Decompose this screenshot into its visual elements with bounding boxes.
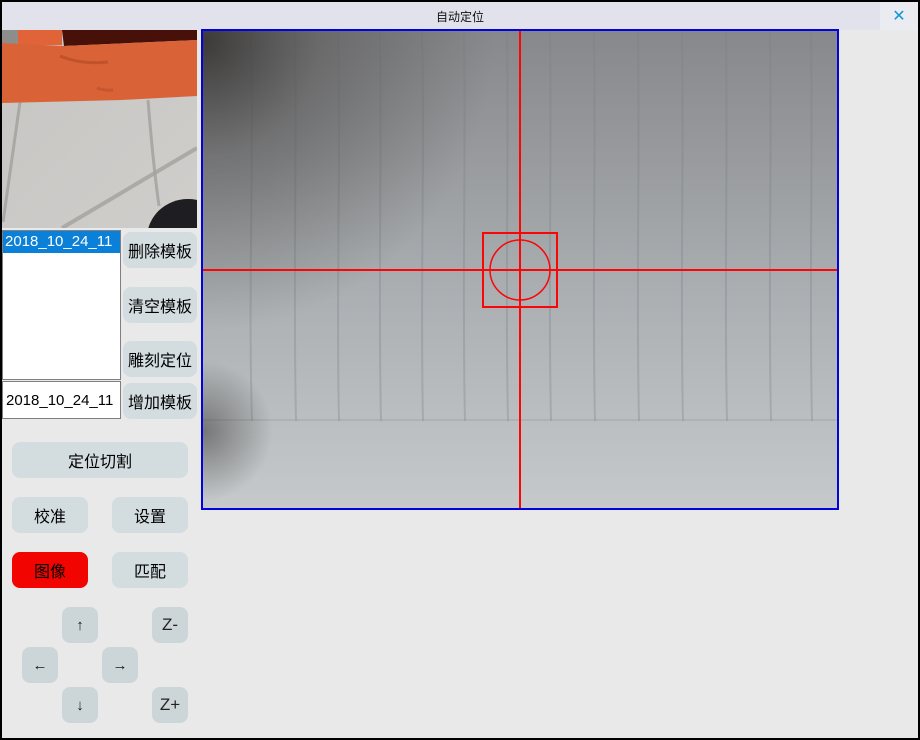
z-minus-button[interactable]: Z- xyxy=(152,607,188,643)
close-icon: ✕ xyxy=(892,6,905,26)
z-plus-button[interactable]: Z+ xyxy=(152,687,188,723)
jog-up-button[interactable]: ↑ xyxy=(62,607,98,643)
position-cut-button[interactable]: 定位切割 xyxy=(12,442,188,478)
thumbnail-photo xyxy=(2,30,197,228)
add-template-button[interactable]: 增加模板 xyxy=(123,383,197,419)
settings-button[interactable]: 设置 xyxy=(112,497,188,533)
calibrate-button[interactable]: 校准 xyxy=(12,497,88,533)
jog-left-button[interactable]: ← xyxy=(22,647,58,683)
title-bar: 自动定位 xyxy=(2,2,918,30)
template-list[interactable]: 2018_10_24_11 xyxy=(2,230,121,380)
template-name-input[interactable] xyxy=(2,381,121,419)
auto-position-dialog: 自动定位 ✕ xyxy=(0,0,920,740)
engrave-position-button[interactable]: 雕刻定位 xyxy=(123,341,197,377)
delete-template-button[interactable]: 删除模板 xyxy=(123,232,197,268)
page-title: 自动定位 xyxy=(436,8,484,25)
camera-view xyxy=(201,29,839,510)
camera-photo xyxy=(203,31,837,508)
list-item[interactable]: 2018_10_24_11 xyxy=(3,231,120,253)
jog-down-button[interactable]: ↓ xyxy=(62,687,98,723)
image-button[interactable]: 图像 xyxy=(12,552,88,588)
template-thumbnail xyxy=(2,30,197,228)
jog-right-button[interactable]: → xyxy=(102,647,138,683)
clear-templates-button[interactable]: 清空模板 xyxy=(123,287,197,323)
match-button[interactable]: 匹配 xyxy=(112,552,188,588)
close-button[interactable]: ✕ xyxy=(880,2,918,30)
